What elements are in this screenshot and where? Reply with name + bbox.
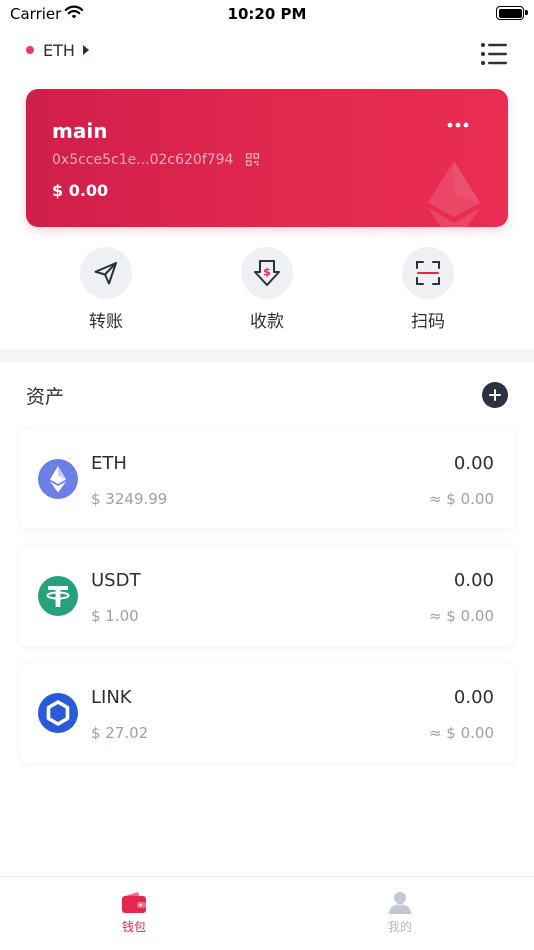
assets-title: 资产: [26, 386, 65, 408]
tab-profile[interactable]: 我的: [355, 891, 445, 935]
transfer-label: 转账: [89, 312, 123, 332]
tab-wallet-label: 钱包: [121, 920, 146, 934]
eth-logo-icon: [38, 459, 78, 499]
receive-button[interactable]: $ 收款: [227, 247, 307, 332]
asset-price: $ 1.00: [91, 607, 139, 625]
wallet-balance: $ 0.00: [52, 181, 109, 200]
receive-label: 收款: [250, 312, 284, 332]
network-status-dot: [26, 46, 34, 54]
svg-text:$: $: [263, 266, 271, 279]
network-selector[interactable]: ETH: [26, 38, 89, 62]
asset-value: ≈ $ 0.00: [428, 607, 494, 625]
tab-profile-label: 我的: [387, 920, 412, 934]
caret-right-icon: [82, 45, 89, 55]
asset-price: $ 3249.99: [91, 490, 168, 508]
asset-amount: 0.00: [453, 453, 494, 474]
network-label: ETH: [43, 40, 75, 60]
wallet-address[interactable]: 0x5cce5c1e...02c620f794: [52, 152, 233, 168]
wallet-card[interactable]: main 0x5cce5c1e...02c620f794 $ 0.00: [26, 89, 508, 227]
asset-amount: 0.00: [453, 570, 494, 591]
status-time: 10:20 PM: [227, 5, 307, 23]
add-asset-button[interactable]: [482, 382, 508, 408]
link-logo-icon: [38, 693, 78, 733]
asset-row-usdt[interactable]: USDT $ 1.00 0.00 ≈ $ 0.00: [20, 546, 514, 646]
send-icon: [94, 262, 117, 285]
receive-icon: $: [254, 260, 280, 286]
scan-button[interactable]: 扫码: [388, 247, 468, 332]
status-bar: Carrier 10:20 PM: [0, 0, 534, 30]
asset-symbol: LINK: [91, 687, 132, 708]
more-dots-icon[interactable]: [446, 121, 470, 129]
asset-symbol: USDT: [91, 570, 141, 591]
scan-icon: [416, 261, 440, 285]
scan-label: 扫码: [411, 312, 445, 332]
asset-symbol: ETH: [91, 453, 127, 474]
tab-bar: 钱包 我的: [0, 876, 534, 950]
asset-value: ≈ $ 0.00: [428, 724, 494, 742]
user-icon: [388, 892, 412, 914]
section-divider: [0, 349, 534, 362]
wallet-name: main: [52, 119, 108, 143]
tab-wallet[interactable]: 钱包: [89, 891, 179, 935]
asset-row-link[interactable]: LINK $ 27.02 0.00 ≈ $ 0.00: [20, 663, 514, 763]
battery-icon: [496, 6, 528, 20]
eth-watermark-icon: [428, 161, 480, 227]
usdt-logo-icon: [38, 576, 78, 616]
asset-row-eth[interactable]: ETH $ 3249.99 0.00 ≈ $ 0.00: [20, 429, 514, 529]
qr-code-icon[interactable]: [246, 153, 259, 166]
wallet-icon: [122, 892, 146, 913]
asset-price: $ 27.02: [91, 724, 149, 742]
asset-value: ≈ $ 0.00: [428, 490, 494, 508]
asset-amount: 0.00: [453, 687, 494, 708]
menu-list-icon[interactable]: [480, 41, 508, 67]
transfer-button[interactable]: 转账: [66, 247, 146, 332]
